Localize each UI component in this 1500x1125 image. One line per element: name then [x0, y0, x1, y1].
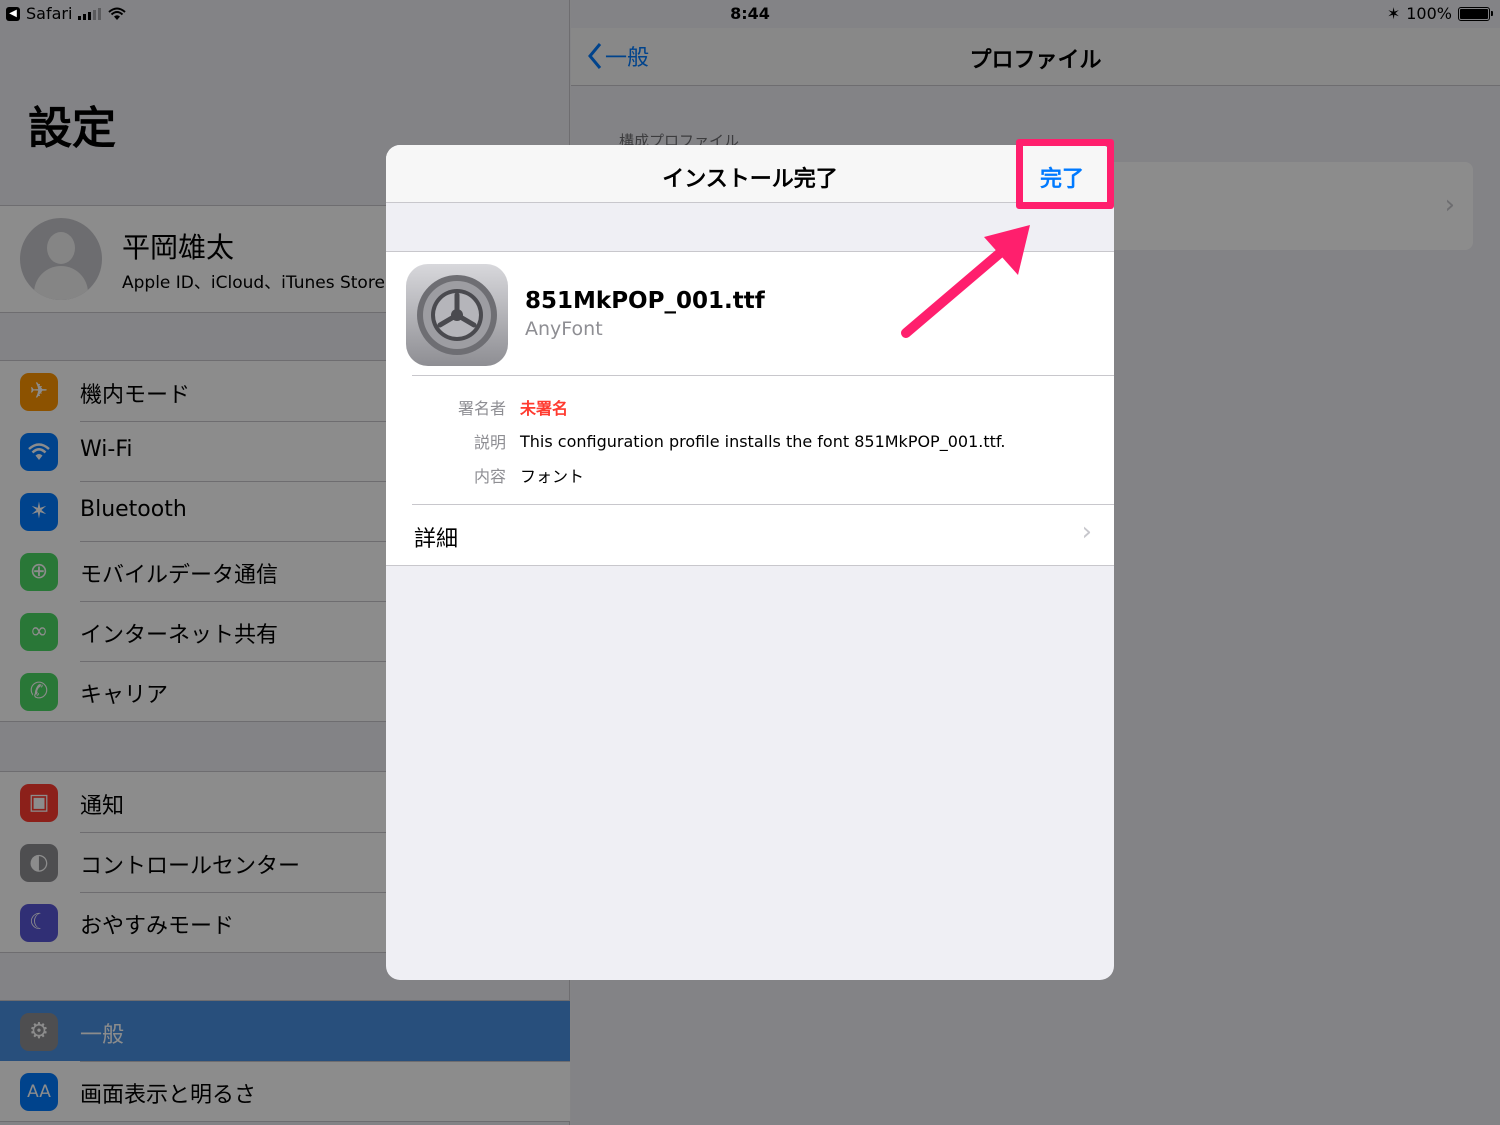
annotation-arrow-icon	[901, 225, 1030, 338]
more-details-label: 詳細	[414, 527, 459, 552]
profile-source: AnyFont	[525, 318, 603, 340]
chevron-right-icon: ›	[1081, 517, 1092, 547]
meta-row-contents: 内容 フォント	[412, 458, 1114, 492]
battery-percent: 100%	[1406, 4, 1452, 23]
status-bar: ◀ Safari 8:44 ✶ 100%	[0, 0, 1500, 28]
dialog-header: インストール完了 完了	[386, 145, 1114, 203]
meta-key: 説明	[473, 433, 506, 452]
settings-app-icon	[406, 264, 508, 366]
meta-value: フォント	[520, 467, 585, 486]
done-button-highlight	[1016, 139, 1114, 209]
meta-row-signer: 署名者 未署名	[412, 390, 1114, 424]
profile-file-name: 851MkPOP_001.ttf	[525, 288, 765, 314]
status-time: 8:44	[730, 4, 770, 23]
dialog-title: インストール完了	[662, 167, 838, 192]
meta-key: 内容	[473, 467, 506, 486]
profile-metadata: 署名者 未署名 説明 This configuration profile in…	[412, 376, 1114, 505]
meta-value: This configuration profile installs the …	[520, 431, 1006, 451]
meta-key: 署名者	[457, 399, 506, 418]
status-right: ✶ 100%	[1386, 4, 1493, 23]
battery-icon	[1458, 6, 1493, 21]
meta-value: 未署名	[520, 399, 569, 418]
more-details-row[interactable]: 詳細 ›	[386, 505, 1114, 565]
bluetooth-status-icon: ✶	[1386, 4, 1401, 23]
meta-row-description: 説明 This configuration profile installs t…	[412, 424, 1114, 458]
